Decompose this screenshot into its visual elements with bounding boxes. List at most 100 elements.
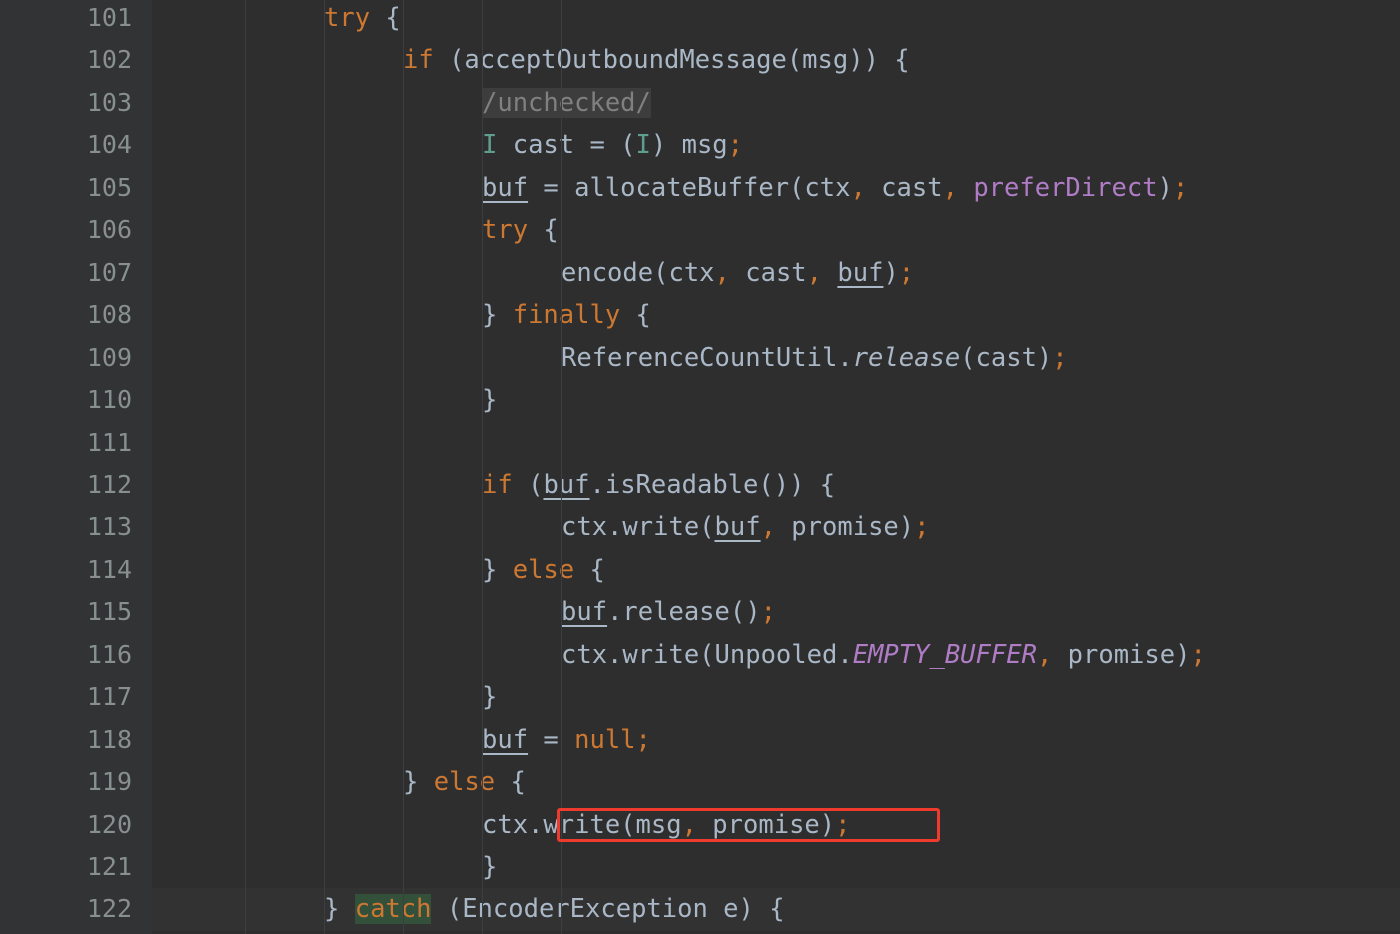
- code-line-text[interactable]: buf.release();: [166, 591, 776, 633]
- indent-guide: [245, 0, 246, 934]
- code-token: ,: [1036, 639, 1053, 670]
- indent-guide: [403, 0, 404, 934]
- code-token: }: [482, 852, 498, 882]
- code-token: promise): [1052, 639, 1191, 670]
- code-editor[interactable]: try {if (acceptOutboundMessage(msg)) {/u…: [0, 0, 1400, 934]
- code-line-text[interactable]: } catch (EncoderException e) {: [166, 888, 785, 930]
- code-line-text[interactable]: } finally {: [166, 294, 651, 336]
- code-token: ): [883, 257, 899, 288]
- code-token: buf: [543, 469, 590, 500]
- line-number: 107: [86, 257, 132, 287]
- code-line-text[interactable]: }: [166, 676, 497, 718]
- indent-guide: [324, 0, 325, 934]
- code-token: promise): [775, 512, 915, 543]
- line-number: 115: [86, 597, 132, 627]
- code-line-text[interactable]: if (buf.isReadable()) {: [166, 464, 835, 506]
- code-line[interactable]: buf.release();: [152, 591, 1400, 633]
- code-token: ,: [806, 257, 823, 288]
- code-token: }: [324, 894, 355, 925]
- code-token: null: [574, 724, 636, 755]
- code-line[interactable]: [152, 422, 1400, 464]
- code-token: ;: [635, 724, 651, 755]
- code-token: preferDirect: [973, 172, 1158, 203]
- code-line-text[interactable]: encode(ctx, cast, buf);: [166, 252, 914, 294]
- code-token: ;: [898, 257, 915, 288]
- code-line-text[interactable]: }: [166, 379, 497, 421]
- code-line[interactable]: } catch (EncoderException e) {: [152, 888, 1400, 931]
- code-line[interactable]: ReferenceCountUtil.release(cast);: [152, 337, 1400, 379]
- code-line[interactable]: buf = allocateBuffer(ctx, cast, preferDi…: [152, 167, 1400, 209]
- line-number: 120: [86, 809, 132, 839]
- code-token: ;: [914, 512, 930, 543]
- code-line-text[interactable]: try {: [166, 209, 559, 251]
- code-token: {: [495, 767, 526, 798]
- line-number: 121: [86, 852, 132, 881]
- code-line[interactable]: ctx.write(Unpooled.EMPTY_BUFFER, promise…: [152, 634, 1400, 676]
- code-token: ;: [1190, 639, 1206, 670]
- code-line-text[interactable]: ctx.write(Unpooled.EMPTY_BUFFER, promise…: [166, 634, 1206, 676]
- code-line-text[interactable]: buf = null;: [166, 719, 651, 761]
- code-line[interactable]: }: [152, 676, 1400, 718]
- code-token: try: [482, 215, 529, 246]
- code-line[interactable]: try {: [152, 0, 1400, 39]
- code-line[interactable]: }: [152, 379, 1400, 421]
- code-line[interactable]: buf = null;: [152, 719, 1400, 761]
- code-token: {: [528, 215, 559, 246]
- code-token: I: [635, 130, 651, 161]
- line-number: 108: [86, 300, 132, 330]
- code-token: (acceptOutboundMessage(msg)) {: [433, 45, 910, 76]
- code-token: {: [385, 3, 401, 33]
- code-line[interactable]: } finally {: [152, 294, 1400, 336]
- code-token: }: [482, 300, 513, 331]
- code-token: .release(): [607, 597, 761, 628]
- code-line-text[interactable]: /unchecked/: [166, 82, 651, 124]
- code-token: buf: [482, 724, 529, 755]
- code-line[interactable]: encode(ctx, cast, buf);: [152, 252, 1400, 294]
- code-line[interactable]: ctx.write(msg, promise);: [152, 804, 1400, 846]
- code-line-text[interactable]: if (acceptOutboundMessage(msg)) {: [166, 39, 910, 81]
- code-token: ctx.write(Unpooled.: [561, 639, 853, 670]
- code-token: (cast): [960, 342, 1053, 373]
- line-number-gutter[interactable]: 101 102 103 104 105 106 107 108 109 110 111 112 113 1…: [0, 0, 152, 934]
- code-line-text[interactable]: }: [166, 846, 497, 888]
- code-line[interactable]: try {: [152, 209, 1400, 251]
- indent-guide: [482, 0, 483, 934]
- code-line[interactable]: if (acceptOutboundMessage(msg)) {: [152, 39, 1400, 81]
- code-line[interactable]: if (buf.isReadable()) {: [152, 464, 1400, 506]
- code-token: }: [482, 385, 498, 416]
- code-line-text[interactable]: ctx.write(buf, promise);: [166, 506, 929, 548]
- code-line[interactable]: }: [152, 846, 1400, 888]
- code-content-area[interactable]: try {if (acceptOutboundMessage(msg)) {/u…: [152, 0, 1400, 934]
- line-number: 116: [86, 639, 132, 669]
- code-token: ): [1157, 172, 1173, 203]
- code-line[interactable]: } else {: [152, 549, 1400, 591]
- code-line[interactable]: I cast = (I) msg;: [152, 124, 1400, 166]
- code-token: ,: [942, 172, 958, 203]
- code-token: ,: [714, 257, 730, 288]
- code-line[interactable]: } else {: [152, 761, 1400, 803]
- code-token: {: [620, 300, 651, 331]
- code-line[interactable]: /unchecked/: [152, 82, 1400, 124]
- line-number: 114: [86, 554, 132, 584]
- code-token: cast: [729, 257, 807, 288]
- code-line-text[interactable]: } else {: [166, 549, 605, 591]
- line-number: 110: [86, 385, 132, 415]
- code-token: if: [482, 469, 513, 500]
- code-line-text[interactable]: I cast = (I) msg;: [166, 124, 743, 166]
- code-token: ;: [727, 130, 744, 161]
- code-token: ReferenceCountUtil.: [561, 342, 853, 373]
- code-token: ) msg: [650, 130, 728, 161]
- code-line-text[interactable]: try {: [166, 0, 401, 39]
- code-line-text[interactable]: } else {: [166, 761, 526, 803]
- code-token: EMPTY_BUFFER: [852, 639, 1037, 670]
- code-line-text[interactable]: buf = allocateBuffer(ctx, cast, preferDi…: [166, 167, 1188, 209]
- line-number: 122: [86, 894, 132, 924]
- line-number: 106: [86, 215, 132, 245]
- code-line-text[interactable]: ReferenceCountUtil.release(cast);: [166, 337, 1068, 379]
- code-token: else: [512, 554, 575, 585]
- code-line-text[interactable]: ctx.write(msg, promise);: [166, 804, 850, 846]
- code-token: }: [403, 767, 434, 798]
- code-line[interactable]: ctx.write(buf, promise);: [152, 506, 1400, 548]
